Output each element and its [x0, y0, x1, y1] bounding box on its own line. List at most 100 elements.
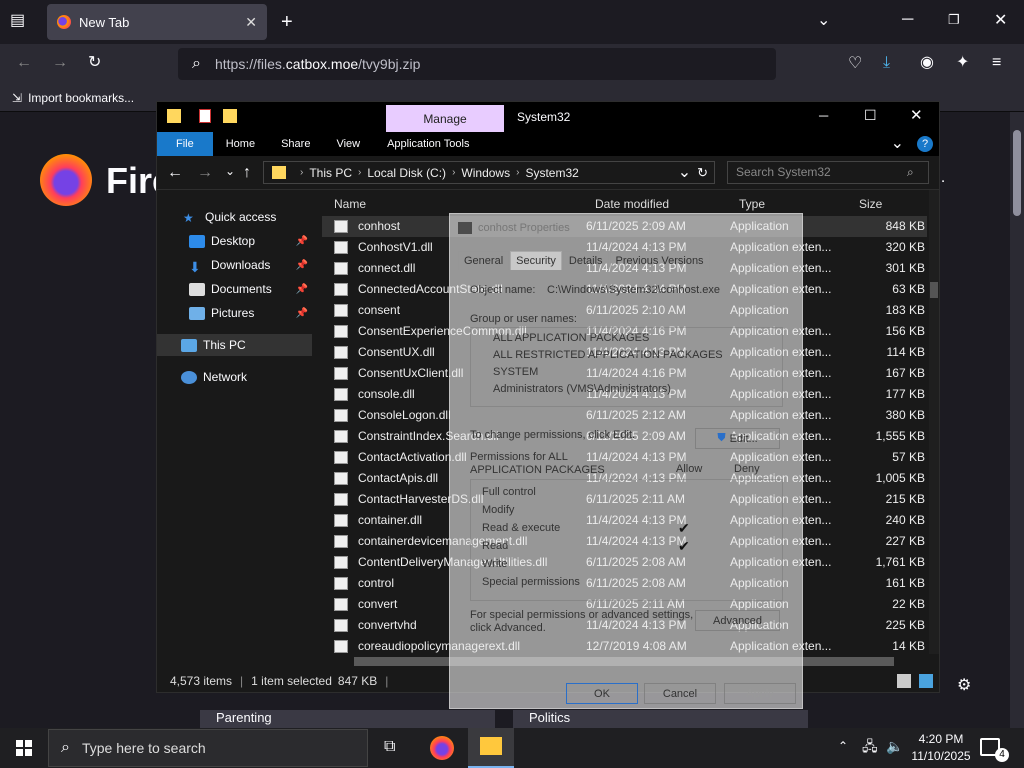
story-card-politics[interactable]: Politics	[513, 710, 808, 728]
settings-gear-icon[interactable]: ⚙	[957, 678, 971, 694]
dialog-tab-previous-versions[interactable]: Previous Versions	[609, 251, 710, 270]
file-icon	[334, 262, 348, 275]
dialog-tab-general[interactable]: General	[458, 251, 510, 270]
file-size: 114 KB	[886, 345, 925, 359]
close-window-icon[interactable]: ✕	[994, 13, 1007, 29]
help-icon[interactable]: ?	[917, 136, 933, 152]
group-list[interactable]: ALL APPLICATION PACKAGES ALL RESTRICTED …	[470, 327, 783, 407]
chevron-down-icon[interactable]: ⌄	[817, 13, 830, 29]
recent-chevron-icon[interactable]: ⌄	[225, 165, 235, 177]
restore-icon[interactable]: ❐	[948, 13, 960, 26]
group-item[interactable]: ALL APPLICATION PACKAGES	[493, 332, 649, 344]
page-scrollbar[interactable]	[1010, 112, 1024, 728]
menu-icon[interactable]: ≡	[992, 55, 1001, 71]
ribbon-tab-view[interactable]: View	[323, 132, 373, 156]
path-folder-icon	[272, 166, 286, 179]
crumb-system32[interactable]: System32	[525, 166, 578, 180]
new-tab-icon[interactable]: +	[281, 12, 293, 32]
nav-downloads[interactable]: ⬇ Downloads 📌	[157, 254, 312, 276]
nav-documents[interactable]: Documents 📌	[157, 278, 312, 300]
ribbon-tab-share[interactable]: Share	[268, 132, 323, 156]
file-size: 57 KB	[892, 450, 925, 464]
extensions-icon[interactable]: ✦	[956, 55, 969, 71]
dialog-tabs: General Security Details Previous Versio…	[458, 251, 711, 270]
file-size: 848 KB	[885, 219, 925, 233]
ribbon-tab-home[interactable]: Home	[213, 132, 268, 156]
file-name: ConhostV1.dll	[358, 240, 433, 254]
dialog-tab-details[interactable]: Details	[562, 251, 609, 270]
reload-icon[interactable]: ↻	[88, 55, 101, 71]
download-icon[interactable]: ⤓	[883, 55, 890, 71]
crumb-windows[interactable]: Windows	[461, 166, 510, 180]
close-tab-icon[interactable]: ✕	[245, 14, 257, 31]
explorer-close-icon[interactable]: ✕	[910, 108, 923, 123]
dialog-tab-security[interactable]: Security	[510, 251, 562, 270]
picture-icon	[189, 306, 205, 320]
file-list-vertical-scrollbar[interactable]	[929, 190, 939, 666]
explorer-taskbar-button[interactable]	[468, 728, 514, 768]
pocket-icon[interactable]: ♡	[848, 56, 862, 72]
vertical-scroll-thumb[interactable]	[930, 282, 938, 298]
path-dropdown-icon[interactable]: ⌄	[678, 164, 691, 181]
explorer-minimize-icon[interactable]: ─	[819, 109, 828, 122]
refresh-icon[interactable]: ↻	[697, 166, 708, 179]
import-bookmarks-link[interactable]: Import bookmarks...	[28, 91, 134, 105]
download-arrow-icon: ⬇	[189, 258, 201, 275]
ok-button[interactable]: OK	[566, 683, 638, 704]
ribbon-tab-file[interactable]: File	[157, 132, 213, 156]
apply-button[interactable]: Apply	[724, 683, 796, 704]
nav-network[interactable]: Network	[157, 366, 312, 388]
advanced-button[interactable]: Advanced	[695, 610, 780, 631]
nav-quick-access[interactable]: ★ Quick access	[157, 206, 312, 228]
tab-list-icon[interactable]: ▤	[10, 13, 25, 29]
column-name[interactable]: Name	[334, 197, 366, 211]
tab-new-tab[interactable]: New Tab ✕	[47, 4, 267, 40]
details-view-icon[interactable]	[897, 674, 911, 688]
task-view-icon[interactable]: ⧉	[384, 739, 395, 755]
crumb-local-disk[interactable]: Local Disk (C:)	[367, 166, 446, 180]
explorer-search-input[interactable]: Search System32	[727, 161, 929, 184]
up-arrow-icon[interactable]: ↑	[243, 165, 251, 181]
ribbon-expand-icon[interactable]: ⌄	[878, 132, 917, 156]
account-icon[interactable]: ◉	[920, 55, 934, 71]
group-item[interactable]: ALL RESTRICTED APPLICATION PACKAGES	[493, 349, 723, 361]
back-icon[interactable]: ←	[16, 55, 32, 71]
taskbar-search-input[interactable]: ⌕ Type here to search	[48, 729, 368, 767]
windows-start-icon[interactable]	[16, 740, 32, 756]
shield-icon: ⛊	[717, 432, 726, 444]
address-path[interactable]: › This PC › Local Disk (C:) › Windows › Syst…	[263, 161, 715, 184]
edit-button[interactable]: ⛊ Edit...	[695, 428, 780, 449]
group-item[interactable]: SYSTEM	[493, 366, 538, 378]
network-tray-icon[interactable]: 🖧	[862, 739, 878, 753]
console-icon	[458, 222, 472, 234]
properties-icon[interactable]	[199, 109, 211, 123]
new-folder-icon[interactable]	[223, 109, 237, 123]
scrollbar-thumb[interactable]	[1013, 130, 1021, 216]
url-bar[interactable]: ⌕ https://files.catbox.moe/tvy9bj.zip	[178, 48, 776, 80]
ribbon-tab-application-tools[interactable]: Application Tools	[373, 132, 484, 156]
firefox-taskbar-icon[interactable]	[430, 736, 454, 760]
story-card-parenting[interactable]: Parenting	[200, 710, 495, 728]
forward-icon[interactable]: →	[52, 55, 68, 71]
tray-chevron-icon[interactable]: ⌃	[838, 740, 848, 752]
manage-tab[interactable]: Manage	[386, 105, 504, 132]
group-item[interactable]: Administrators (VMS\Administrators)	[493, 383, 671, 395]
cancel-button[interactable]: Cancel	[644, 683, 716, 704]
nav-this-pc[interactable]: This PC	[157, 334, 312, 356]
minimize-icon[interactable]: ─	[902, 12, 913, 28]
column-date-modified[interactable]: Date modified	[595, 197, 669, 211]
back-arrow-icon[interactable]: ←	[167, 165, 183, 181]
large-icons-view-icon[interactable]	[919, 674, 933, 688]
forward-arrow-icon[interactable]: →	[197, 165, 213, 181]
file-icon	[334, 304, 348, 317]
column-type[interactable]: Type	[739, 197, 765, 211]
nav-desktop[interactable]: Desktop 📌	[157, 230, 312, 252]
explorer-title-bar: Manage System32 ─ ☐ ✕	[157, 102, 939, 132]
search-icon: ⌕	[192, 55, 201, 72]
taskbar-clock[interactable]: 4:20 PM 11/10/2025	[906, 731, 976, 765]
nav-pictures[interactable]: Pictures 📌	[157, 302, 312, 324]
volume-icon[interactable]: 🔈	[886, 739, 903, 753]
explorer-maximize-icon[interactable]: ☐	[864, 108, 877, 122]
crumb-this-pc[interactable]: This PC	[309, 166, 352, 180]
column-size[interactable]: Size	[859, 197, 882, 211]
